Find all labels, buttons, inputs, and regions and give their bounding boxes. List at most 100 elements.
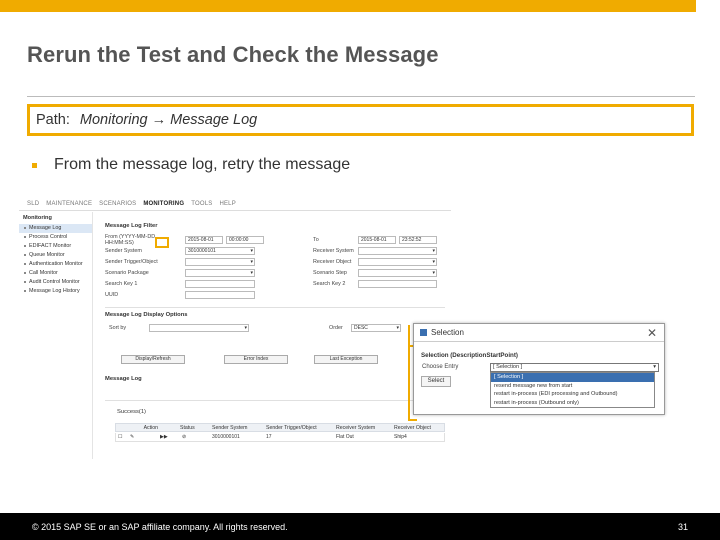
sender-system-select[interactable]: 3010000101 xyxy=(185,246,255,255)
callout-connector xyxy=(408,325,410,347)
dialog-title: Selection xyxy=(431,328,464,337)
display-options-title: Message Log Display Options xyxy=(105,312,188,318)
sidebar-item-edifact-monitor[interactable]: EDIFACT Monitor xyxy=(19,242,92,251)
filter-uuid: UUID xyxy=(105,290,255,299)
dialog-subtitle: Selection (DescriptionStartPoint) xyxy=(421,352,518,359)
sidebar-head: Monitoring xyxy=(23,215,52,221)
from-time-input[interactable]: 00:00:00 xyxy=(226,235,264,244)
dialog-header: Selection ✕ xyxy=(414,324,664,342)
table-header: Action Status Sender System Sender Trigg… xyxy=(115,423,445,432)
selection-dialog: Selection ✕ Selection (DescriptionStartP… xyxy=(413,323,665,415)
col-receiver-object: Receiver Object xyxy=(394,424,431,431)
from-date-input[interactable]: 2015-08-01 xyxy=(185,235,223,244)
callout-connector xyxy=(408,419,417,421)
callout-connector xyxy=(408,347,410,421)
nav-tab-scenarios[interactable]: SCENARIOS xyxy=(99,201,136,207)
sap-sidebar: Monitoring Message Log Process Control E… xyxy=(19,212,93,459)
col-status: Status xyxy=(180,424,195,431)
col-sender-system: Sender System xyxy=(212,424,248,431)
bullet-item: From the message log, retry the message xyxy=(32,156,350,174)
option-restart-edi-outbound[interactable]: restart in-process (EDI processing and O… xyxy=(491,390,654,399)
filter-title: Message Log Filter xyxy=(105,223,158,229)
display-refresh-button[interactable]: Display/Refresh xyxy=(121,355,185,364)
success-count-label[interactable]: Success(1) xyxy=(117,409,146,415)
status-ok-icon: ⊘ xyxy=(182,434,187,440)
order-select[interactable]: DESC xyxy=(351,323,401,332)
nav-tab-tools[interactable]: TOOLS xyxy=(191,201,212,207)
title-divider xyxy=(27,96,695,97)
path-label: Path: xyxy=(36,112,70,128)
choose-entry-select[interactable]: [ Selection ] xyxy=(490,363,659,372)
retry-icon[interactable]: ▶▶ xyxy=(158,434,180,440)
to-time-input[interactable]: 23:52:52 xyxy=(399,235,437,244)
sap-screen: SLD MAINTENANCE SCENARIOS MONITORING TOO… xyxy=(19,197,451,459)
close-icon[interactable]: ✕ xyxy=(647,326,657,340)
sort-row: Sort by xyxy=(109,323,249,332)
order-row: Order DESC xyxy=(329,323,401,332)
col-action: Action xyxy=(143,424,158,431)
receiver-system-select[interactable] xyxy=(358,246,437,255)
search-key-1-input[interactable] xyxy=(185,279,255,288)
scenario-step-select[interactable] xyxy=(358,268,437,277)
bullet-text: From the message log, retry the message xyxy=(54,156,351,173)
top-accent-band xyxy=(0,0,720,12)
row-receiver-object: Ship4 xyxy=(394,434,407,440)
sidebar-item-call-monitor[interactable]: Call Monitor xyxy=(19,269,92,278)
col-receiver-system: Receiver System xyxy=(336,424,376,431)
slide-title: Rerun the Test and Check the Message xyxy=(27,42,439,67)
dialog-app-icon xyxy=(420,329,427,336)
filter-from: From (YYYY-MM-DD HH:MM:SS) 2015-08-01 00… xyxy=(105,234,264,246)
table-row[interactable]: ☐ ✎ ▶▶ ⊘ 3010000101 17 Flat Out Ship4 xyxy=(115,433,445,442)
filter-receiver-object: Receiver Object xyxy=(313,257,437,266)
filter-search-key-1: Search Key 1 xyxy=(105,279,255,288)
col-sender-trigger: Sender Trigger/Object xyxy=(266,424,317,431)
scenario-package-select[interactable] xyxy=(185,268,255,277)
row-sender-system: 3010000101 xyxy=(212,434,240,440)
slide-footer: © 2015 SAP SE or an SAP affiliate compan… xyxy=(0,513,720,540)
filter-receiver-system: Receiver System xyxy=(313,246,437,255)
sidebar-item-authentication-monitor[interactable]: Authentication Monitor xyxy=(19,260,92,269)
last-exception-button[interactable]: Last Exception xyxy=(314,355,378,364)
sender-trigger-select[interactable] xyxy=(185,257,255,266)
gold-bar xyxy=(0,0,696,12)
uuid-input[interactable] xyxy=(185,290,255,299)
filter-sender-system: Sender System 3010000101 xyxy=(105,246,255,255)
row-sender-trigger: 17 xyxy=(266,434,272,440)
option-selection[interactable]: [ Selection ] xyxy=(491,373,654,382)
nav-tab-help[interactable]: HELP xyxy=(219,201,235,207)
nav-tab-maintenance[interactable]: MAINTENANCE xyxy=(46,201,92,207)
sidebar-item-audit-control-monitor[interactable]: Audit Control Monitor xyxy=(19,278,92,287)
nav-tab-sld[interactable]: SLD xyxy=(27,201,39,207)
sidebar-item-message-log-history[interactable]: Message Log History xyxy=(19,287,92,296)
filter-scenario-package: Scenario Package xyxy=(105,268,255,277)
row-checkbox[interactable]: ☐ xyxy=(116,434,128,440)
page-number: 31 xyxy=(677,522,688,532)
message-log-title: Message Log xyxy=(105,376,142,382)
retry-highlight xyxy=(155,237,169,248)
search-key-2-input[interactable] xyxy=(358,279,437,288)
row-edit-icon[interactable]: ✎ xyxy=(128,434,158,440)
path-box: Path: Monitoring → Message Log xyxy=(27,104,694,136)
select-button[interactable]: Select xyxy=(421,376,451,387)
path-value: Monitoring → Message Log xyxy=(79,112,258,128)
row-receiver-system: Flat Out xyxy=(336,434,354,440)
choose-entry-label: Choose Entry xyxy=(422,364,459,370)
divider xyxy=(105,400,445,401)
to-date-input[interactable]: 2015-08-01 xyxy=(358,235,396,244)
filter-to: To 2015-08-01 23:52:52 xyxy=(313,235,437,244)
bullet-square-icon xyxy=(32,163,37,168)
sort-select[interactable] xyxy=(149,323,249,332)
nav-tab-monitoring[interactable]: MONITORING xyxy=(143,201,184,207)
sidebar-item-message-log[interactable]: Message Log xyxy=(19,224,92,233)
sidebar-item-queue-monitor[interactable]: Queue Monitor xyxy=(19,251,92,260)
error-index-button[interactable]: Error Index xyxy=(224,355,288,364)
divider xyxy=(105,307,445,308)
option-restart-outbound-only[interactable]: restart in-process (Outbound only) xyxy=(491,399,654,408)
filter-sender-trigger: Sender Trigger/Object xyxy=(105,257,255,266)
sidebar-item-process-control[interactable]: Process Control xyxy=(19,233,92,242)
sap-main: Message Log Filter From (YYYY-MM-DD HH:M… xyxy=(99,212,451,459)
footer-copyright: © 2015 SAP SE or an SAP affiliate compan… xyxy=(32,522,288,532)
receiver-object-select[interactable] xyxy=(358,257,437,266)
sap-navbar: SLD MAINTENANCE SCENARIOS MONITORING TOO… xyxy=(19,197,451,211)
option-resend-new[interactable]: resend message new from start xyxy=(491,382,654,391)
